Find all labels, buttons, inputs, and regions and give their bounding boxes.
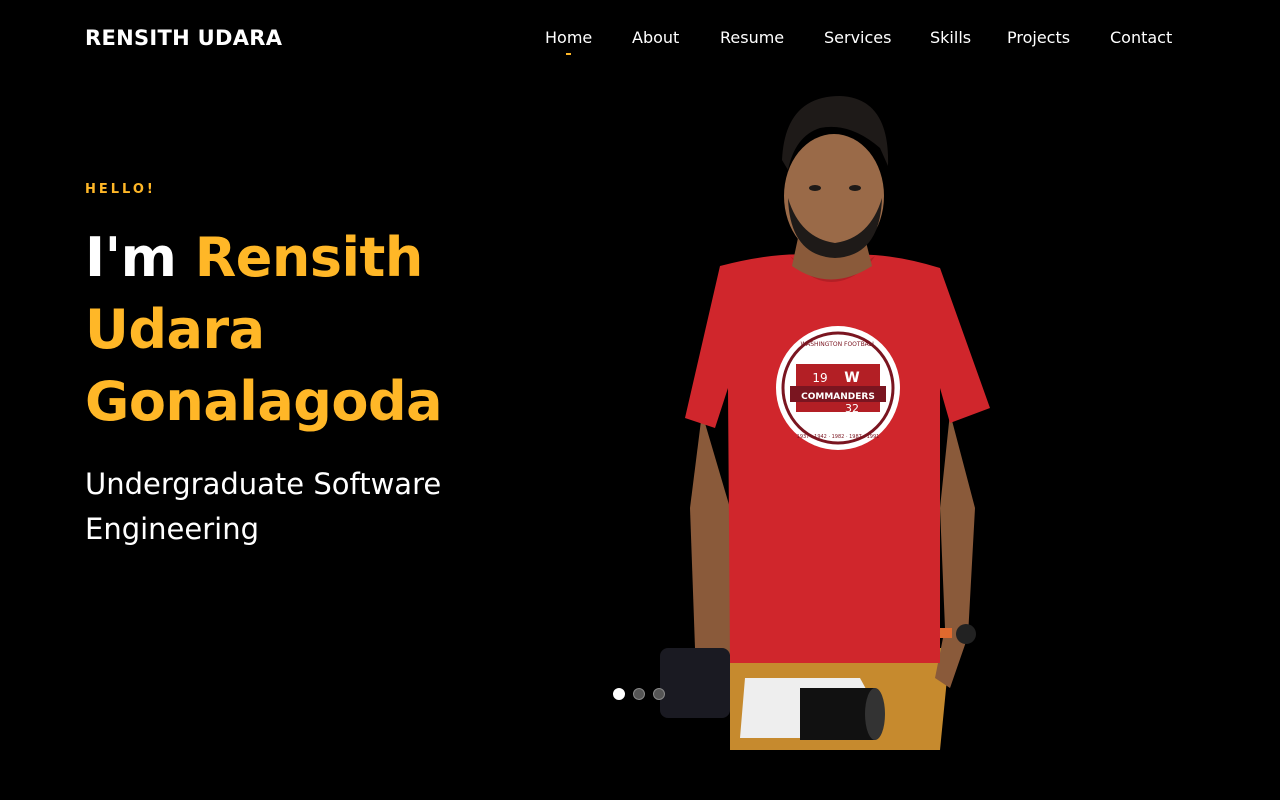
hero-name-last: Gonalagoda — [85, 370, 443, 433]
hero-name-first: Rensith — [194, 226, 424, 289]
hero-headline: I'm Rensith Udara Gonalagoda — [85, 222, 555, 438]
shirt-badge-left-number: 19 — [812, 371, 827, 385]
main-nav: Home About Resume Services Skills Projec… — [0, 28, 1280, 58]
nav-item-services[interactable]: Services — [824, 28, 891, 47]
hero-intro: I'm — [85, 226, 195, 289]
portrait-photo-icon: 19 W COMMANDERS 32 WASHINGTON FOOTBALL 1… — [660, 96, 990, 750]
shirt-badge-right-number: 32 — [845, 402, 859, 415]
shirt-badge-top-text: WASHINGTON FOOTBALL — [801, 341, 877, 348]
nav-active-indicator — [566, 53, 571, 55]
shirt-badge-banner: COMMANDERS — [801, 392, 875, 402]
hero-subtitle-line1: Undergraduate Software — [85, 467, 442, 501]
hero-subtitle: Undergraduate Software Engineering — [85, 462, 505, 552]
carousel-indicators — [613, 688, 673, 702]
nav-item-contact[interactable]: Contact — [1110, 28, 1172, 47]
nav-item-home[interactable]: Home — [545, 28, 592, 47]
hero-subtitle-line2: Engineering — [85, 512, 259, 546]
hero-name-middle: Udara — [85, 298, 265, 361]
nav-item-projects[interactable]: Projects — [1007, 28, 1070, 47]
shirt-badge-years: 1937 · 1942 · 1982 · 1987 · 1991 — [797, 434, 880, 440]
nav-item-resume[interactable]: Resume — [720, 28, 784, 47]
carousel-dot-2[interactable] — [633, 688, 645, 700]
shirt-badge-letter: W — [844, 370, 859, 386]
nav-item-skills[interactable]: Skills — [930, 28, 971, 47]
carousel-dot-3[interactable] — [653, 688, 665, 700]
nav-item-about[interactable]: About — [632, 28, 679, 47]
carousel-dot-1[interactable] — [613, 688, 625, 700]
hero-greeting: HELLO! — [85, 182, 156, 197]
